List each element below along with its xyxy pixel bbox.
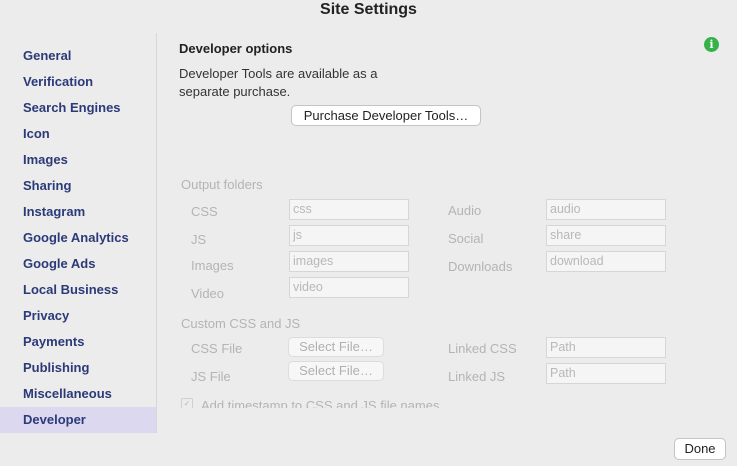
developer-panel: Developer options i Developer Tools are … (157, 33, 737, 413)
sidebar-item-local-business[interactable]: Local Business (0, 277, 156, 303)
sidebar-item-sharing[interactable]: Sharing (0, 173, 156, 199)
css-select-file-button[interactable]: Select File… (288, 337, 384, 357)
timestamp-option[interactable]: ✓ Add timestamp to CSS and JS file names (181, 398, 439, 408)
sidebar-item-general[interactable]: General (0, 43, 156, 69)
video-folder-label: Video (191, 286, 225, 301)
sidebar-item-icon[interactable]: Icon (0, 121, 156, 147)
timestamp-label: Add timestamp to CSS and JS file names (201, 398, 440, 408)
linked-css-field[interactable]: Path (546, 337, 666, 358)
downloads-folder-label: Downloads (448, 259, 513, 274)
images-folder-field[interactable]: images (289, 251, 409, 272)
linked-css-label: Linked CSS (448, 341, 517, 356)
sidebar-item-google-ads[interactable]: Google Ads (0, 251, 156, 277)
sidebar-item-google-analytics[interactable]: Google Analytics (0, 225, 156, 251)
css-folder-field[interactable]: css (289, 199, 409, 220)
sidebar-item-miscellaneous[interactable]: Miscellaneous (0, 381, 156, 407)
sidebar-item-publishing[interactable]: Publishing (0, 355, 156, 381)
purchase-developer-tools-button[interactable]: Purchase Developer Tools… (291, 105, 481, 126)
social-folder-field[interactable]: share (546, 225, 666, 246)
linked-js-label: Linked JS (448, 369, 506, 384)
custom-css-js-label: Custom CSS and JS (181, 316, 301, 331)
css-folder-label: CSS (191, 204, 218, 219)
images-folder-label: Images (191, 258, 234, 273)
purchase-description: Developer Tools are available as a separ… (179, 66, 378, 99)
css-file-label: CSS File (191, 341, 243, 356)
linked-js-field[interactable]: Path (546, 363, 666, 384)
video-folder-field[interactable]: video (289, 277, 409, 298)
window-title: Site Settings (320, 1, 417, 18)
output-folders-label: Output folders (181, 177, 263, 192)
sidebar-item-payments[interactable]: Payments (0, 329, 156, 355)
sidebar-item-developer[interactable]: Developer (0, 407, 156, 433)
js-select-file-button[interactable]: Select File… (288, 361, 384, 381)
js-folder-label: JS (191, 232, 207, 247)
sidebar-item-images[interactable]: Images (0, 147, 156, 173)
sidebar-item-privacy[interactable]: Privacy (0, 303, 156, 329)
done-button[interactable]: Done (674, 438, 726, 460)
sidebar: General Verification Search Engines Icon… (0, 33, 157, 433)
timestamp-checkbox[interactable]: ✓ (181, 398, 193, 408)
audio-folder-field[interactable]: audio (546, 199, 666, 220)
social-folder-label: Social (448, 231, 484, 246)
audio-folder-label: Audio (448, 203, 482, 218)
js-folder-field[interactable]: js (289, 225, 409, 246)
downloads-folder-field[interactable]: download (546, 251, 666, 272)
sidebar-item-search-engines[interactable]: Search Engines (0, 95, 156, 121)
info-icon[interactable]: i (704, 37, 719, 52)
sidebar-item-verification[interactable]: Verification (0, 69, 156, 95)
js-file-label: JS File (191, 369, 231, 384)
section-heading: Developer options (179, 41, 293, 56)
sidebar-item-instagram[interactable]: Instagram (0, 199, 156, 225)
